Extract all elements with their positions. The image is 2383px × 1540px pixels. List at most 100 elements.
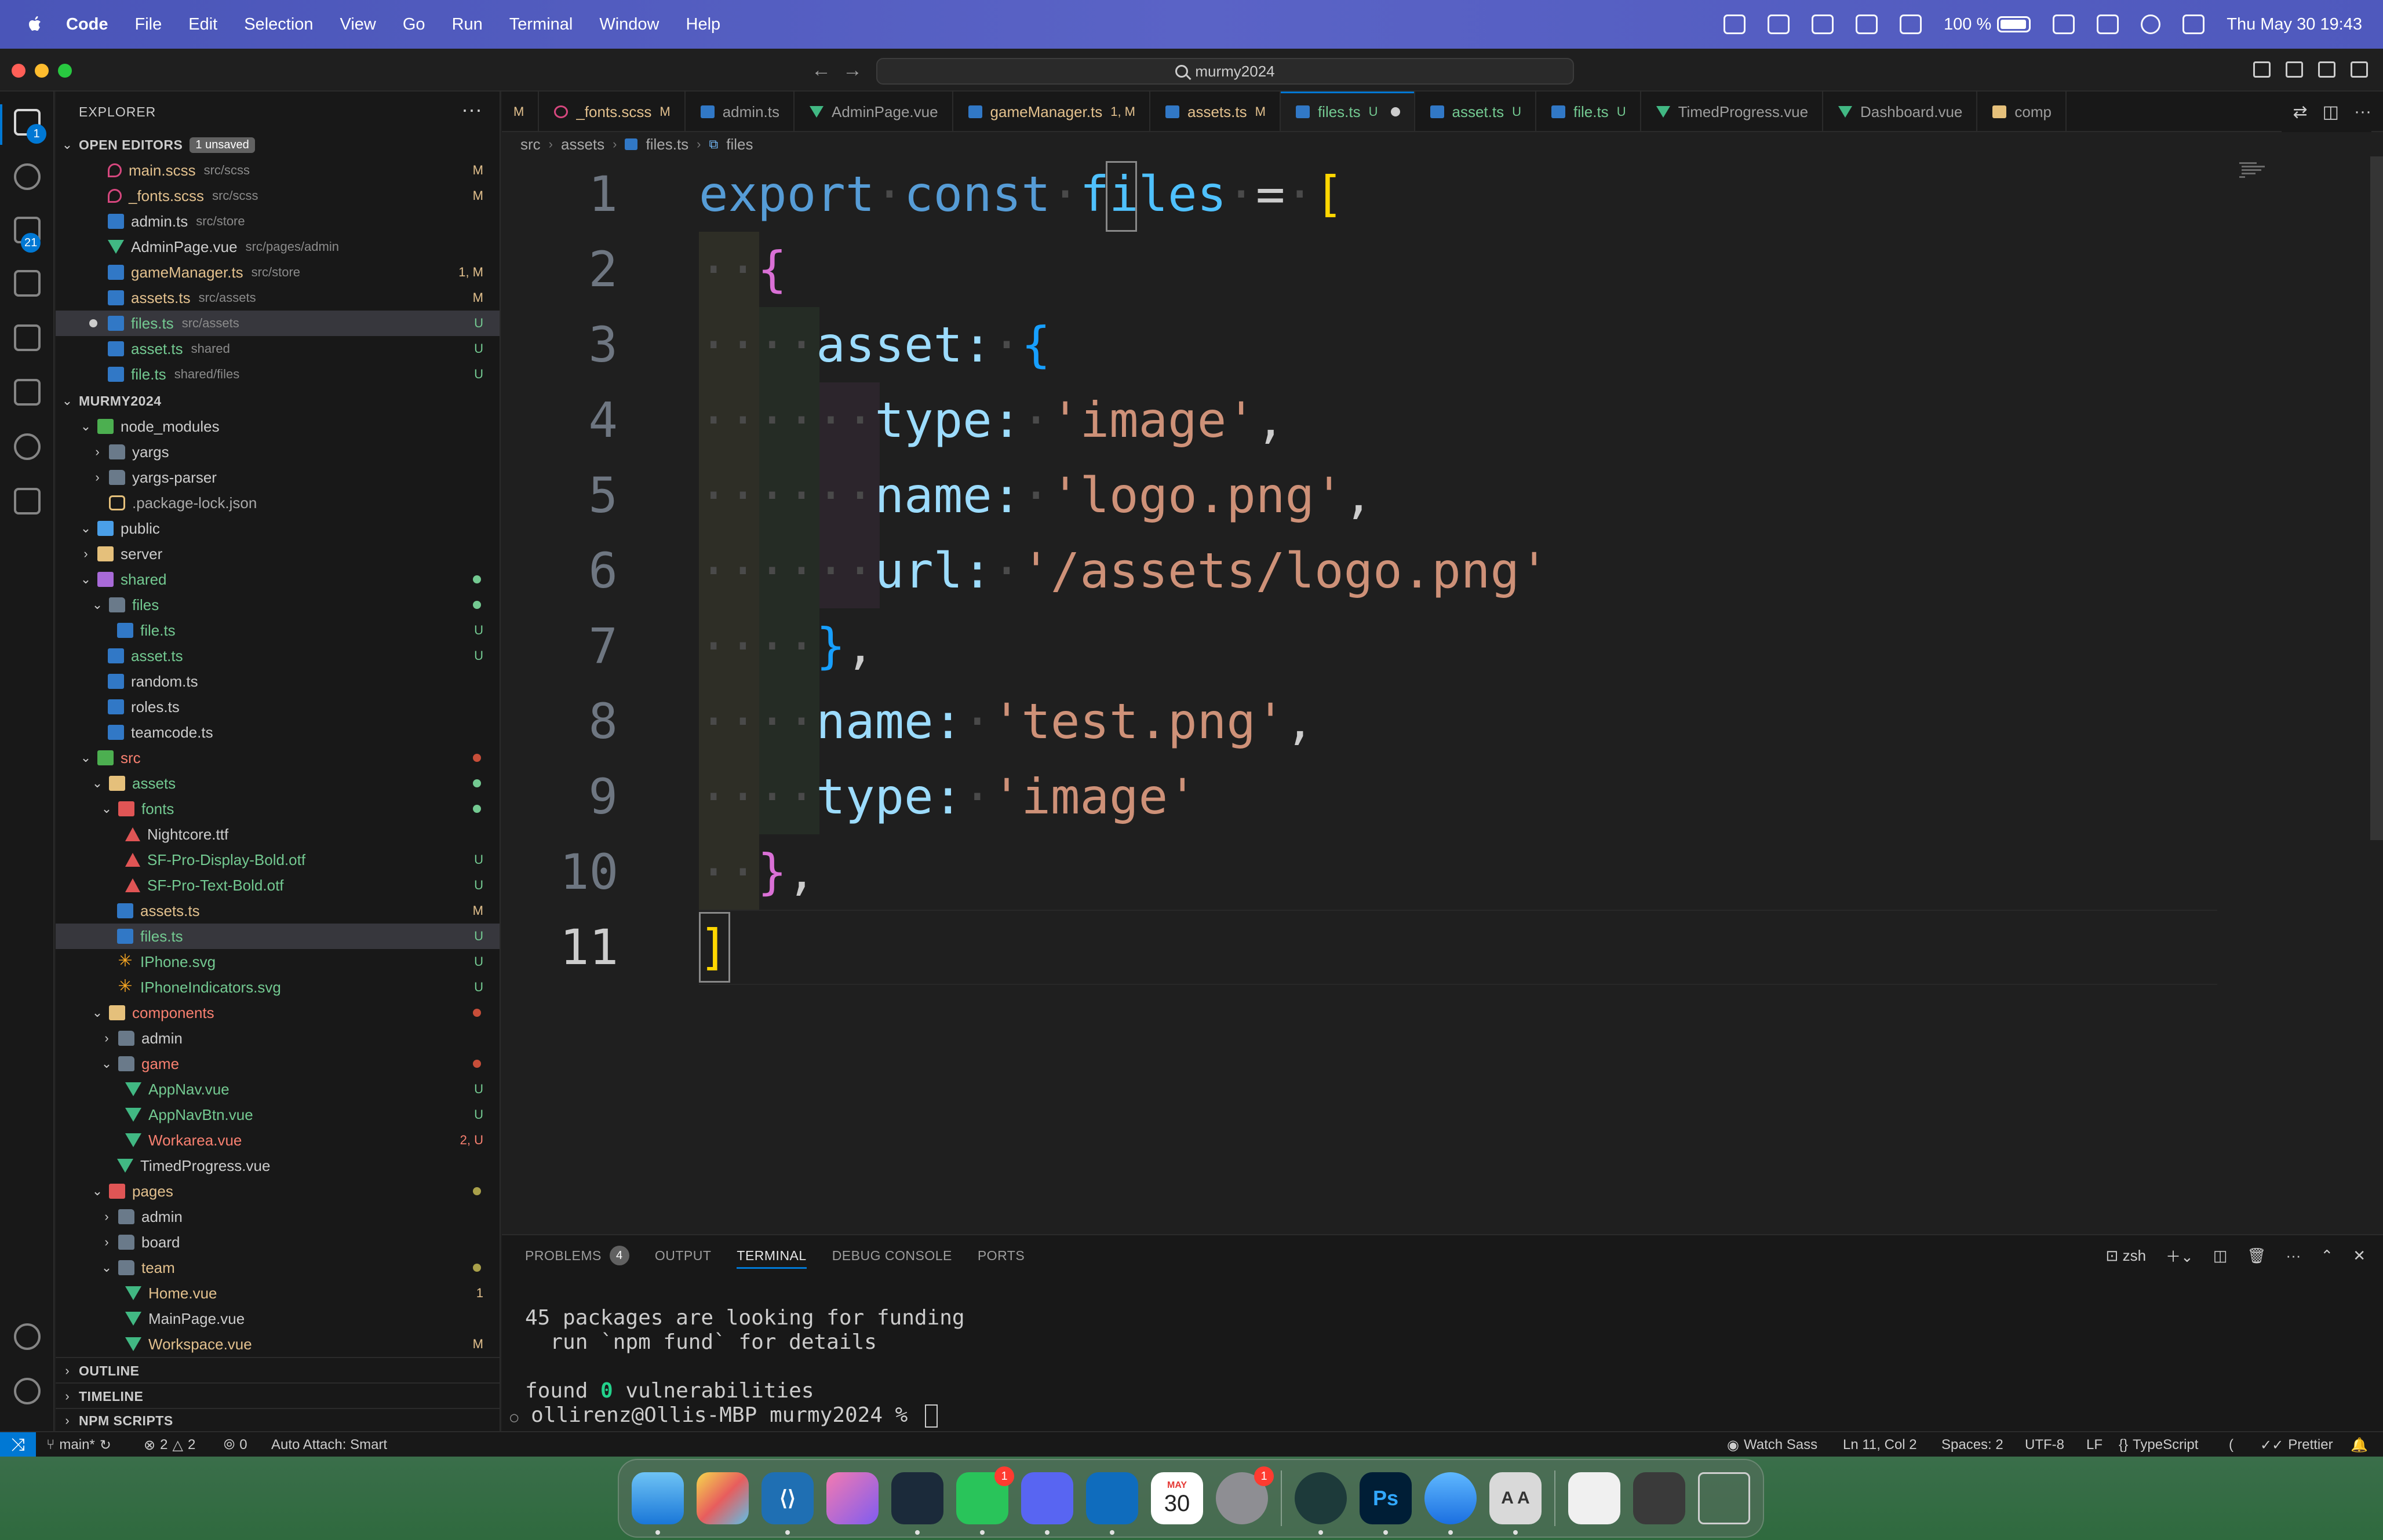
unsaved-dot-icon[interactable] xyxy=(89,319,97,327)
breadcrumb-item[interactable]: files xyxy=(726,136,753,154)
run-debug-icon[interactable] xyxy=(14,270,41,297)
tree-file[interactable]: SF-Pro-Display-Bold.otf U xyxy=(56,847,500,873)
tree-folder[interactable]: › yargs-parser xyxy=(56,465,500,490)
arrow-right-icon[interactable]: → xyxy=(843,59,862,82)
minimize-window-button[interactable] xyxy=(35,64,49,78)
cursor-position[interactable]: Ln 11, Col 2 xyxy=(1843,1432,1917,1458)
code-editor[interactable]: 1 2 3 4 5 6 7 8 9 10 11 export·const·fil… xyxy=(502,156,2383,1234)
tree-file[interactable]: .package-lock.json xyxy=(56,490,500,516)
dock-whatsapp-icon[interactable]: 1 xyxy=(956,1466,1014,1535)
tree-file-active[interactable]: files.ts U xyxy=(56,924,500,949)
tab-output[interactable]: OUTPUT xyxy=(655,1235,712,1276)
tab-admin-ts[interactable]: admin.ts xyxy=(686,92,795,131)
tab-asset-ts[interactable]: asset.ts U xyxy=(1415,92,1536,131)
tab-adminpage-vue[interactable]: AdminPage.vue xyxy=(795,92,953,131)
dock-launchpad-icon[interactable] xyxy=(697,1472,749,1524)
tree-folder[interactable]: ⌄ components xyxy=(56,1000,500,1026)
thunder-icon[interactable] xyxy=(14,433,41,460)
reader-icon[interactable] xyxy=(1900,14,1922,34)
open-editor-item[interactable]: gameManager.ts src/store 1, M xyxy=(56,260,500,285)
tree-folder[interactable]: ⌄ assets xyxy=(56,771,500,796)
testing-flask-icon[interactable] xyxy=(14,379,41,406)
tree-folder[interactable]: ⌄ node_modules xyxy=(56,414,500,439)
tree-file[interactable]: file.ts U xyxy=(56,618,500,643)
workspace-header[interactable]: ⌄ MURMY2024 xyxy=(56,388,500,414)
extensions-icon[interactable] xyxy=(14,324,41,351)
language-mode[interactable]: {} TypeScript xyxy=(2119,1432,2198,1458)
tree-file[interactable]: Workarea.vue 2, U xyxy=(56,1127,500,1153)
zoom-window-button[interactable] xyxy=(58,64,72,78)
minimap[interactable] xyxy=(2238,160,2267,181)
control-center-icon[interactable] xyxy=(2182,14,2205,34)
npm-scripts-section[interactable]: › NPM SCRIPTS xyxy=(56,1408,500,1431)
tab-comp[interactable]: comp xyxy=(1977,92,2067,131)
language-status-icon[interactable]: ( xyxy=(2229,1432,2233,1458)
tree-file[interactable]: Workspace.vue M xyxy=(56,1331,500,1357)
compare-changes-icon[interactable]: ⇄ xyxy=(2293,102,2308,122)
tab-terminal[interactable]: TERMINAL xyxy=(737,1235,807,1276)
remote-indicator-icon[interactable]: ⤨ xyxy=(0,1432,36,1458)
more-actions-icon[interactable]: ··· xyxy=(461,97,482,122)
breadcrumb-item[interactable]: src xyxy=(520,136,541,154)
menu-window[interactable]: Window xyxy=(599,15,659,34)
tab-timedprogress-vue[interactable]: TimedProgress.vue xyxy=(1641,92,1824,131)
customize-layout-icon[interactable] xyxy=(2351,61,2368,78)
dock-app-sparkle-icon[interactable] xyxy=(826,1472,879,1524)
timeline-section[interactable]: › TIMELINE xyxy=(56,1384,500,1409)
tree-folder[interactable]: › board xyxy=(56,1229,500,1255)
close-window-button[interactable] xyxy=(12,64,25,78)
split-editor-icon[interactable]: ◫ xyxy=(2323,102,2339,122)
dock-photoshop-icon[interactable]: Ps xyxy=(1360,1472,1412,1535)
remote-chat-icon[interactable] xyxy=(14,488,41,514)
maximize-panel-chevron-up-icon[interactable]: ⌃ xyxy=(2320,1247,2333,1265)
editor-scrollbar[interactable] xyxy=(2370,156,2383,840)
tree-file[interactable]: roles.ts xyxy=(56,694,500,720)
split-terminal-icon[interactable]: ◫ xyxy=(2213,1247,2228,1265)
dock-chatgpt-icon[interactable] xyxy=(1295,1472,1347,1535)
indentation[interactable]: Spaces: 2 xyxy=(1941,1432,2003,1458)
open-editor-item[interactable]: AdminPage.vue src/pages/admin xyxy=(56,234,500,260)
dock-font-book-icon[interactable]: A A xyxy=(1489,1472,1542,1535)
terminal-shell-selector[interactable]: ⊡ zsh xyxy=(2106,1247,2147,1265)
menu-file[interactable]: File xyxy=(135,15,162,34)
search-icon[interactable] xyxy=(14,163,41,190)
open-editor-item[interactable]: asset.ts shared U xyxy=(56,336,500,362)
dock-finder-icon[interactable] xyxy=(632,1472,684,1535)
menu-selection[interactable]: Selection xyxy=(244,15,313,34)
tab-problems[interactable]: PROBLEMS 4 xyxy=(525,1235,629,1276)
dock-vscode-icon[interactable]: ⟨⟩ xyxy=(761,1472,814,1535)
tree-file[interactable]: TimedProgress.vue xyxy=(56,1153,500,1178)
dock-documents-folder-icon[interactable] xyxy=(1568,1472,1620,1524)
tree-file[interactable]: IPhoneIndicators.svg U xyxy=(56,975,500,1000)
command-center[interactable]: murmy2024 xyxy=(876,58,1574,85)
watch-sass[interactable]: ◉ Watch Sass xyxy=(1727,1432,1817,1458)
open-editor-item[interactable]: assets.ts src/assets M xyxy=(56,285,500,311)
problems-indicator[interactable]: ⊗ 2 △ 2 xyxy=(144,1432,195,1458)
stats-icon[interactable] xyxy=(1856,14,1878,34)
breadcrumb-item[interactable]: files.ts xyxy=(646,136,688,154)
trash-icon[interactable]: 🗑 xyxy=(2247,1247,2266,1265)
tree-folder[interactable]: ⌄ fonts xyxy=(56,796,500,822)
arrow-left-icon[interactable]: ← xyxy=(811,59,831,82)
tab-files-ts[interactable]: files.ts U xyxy=(1280,92,1415,131)
docker-icon[interactable] xyxy=(1724,14,1746,34)
menu-edit[interactable]: Edit xyxy=(188,15,217,34)
tree-folder[interactable]: › server xyxy=(56,541,500,567)
tab-assets-ts[interactable]: assets.ts M xyxy=(1150,92,1281,131)
tab-main-scss[interactable]: M xyxy=(502,92,540,131)
open-editor-item[interactable]: admin.ts src/store xyxy=(56,209,500,234)
line-ending[interactable]: LF xyxy=(2086,1432,2103,1458)
tree-file[interactable]: IPhone.svg U xyxy=(56,949,500,975)
dock-screenshot-folder-icon[interactable] xyxy=(1633,1472,1685,1524)
open-editor-item-active[interactable]: files.ts src/assets U xyxy=(56,311,500,336)
tree-folder[interactable]: ⌄ team xyxy=(56,1255,500,1280)
close-panel-icon[interactable]: ✕ xyxy=(2353,1247,2366,1265)
toggle-panel-icon[interactable] xyxy=(2286,61,2303,78)
encoding[interactable]: UTF-8 xyxy=(2025,1432,2064,1458)
bell-icon[interactable]: 🔔 xyxy=(2351,1432,2368,1458)
tree-folder[interactable]: ⌄ src xyxy=(56,745,500,771)
more-actions-icon[interactable]: ··· xyxy=(2354,102,2371,122)
tree-file[interactable]: AppNavBtn.vue U xyxy=(56,1102,500,1127)
apple-icon[interactable] xyxy=(23,13,46,36)
menu-go[interactable]: Go xyxy=(403,15,425,34)
